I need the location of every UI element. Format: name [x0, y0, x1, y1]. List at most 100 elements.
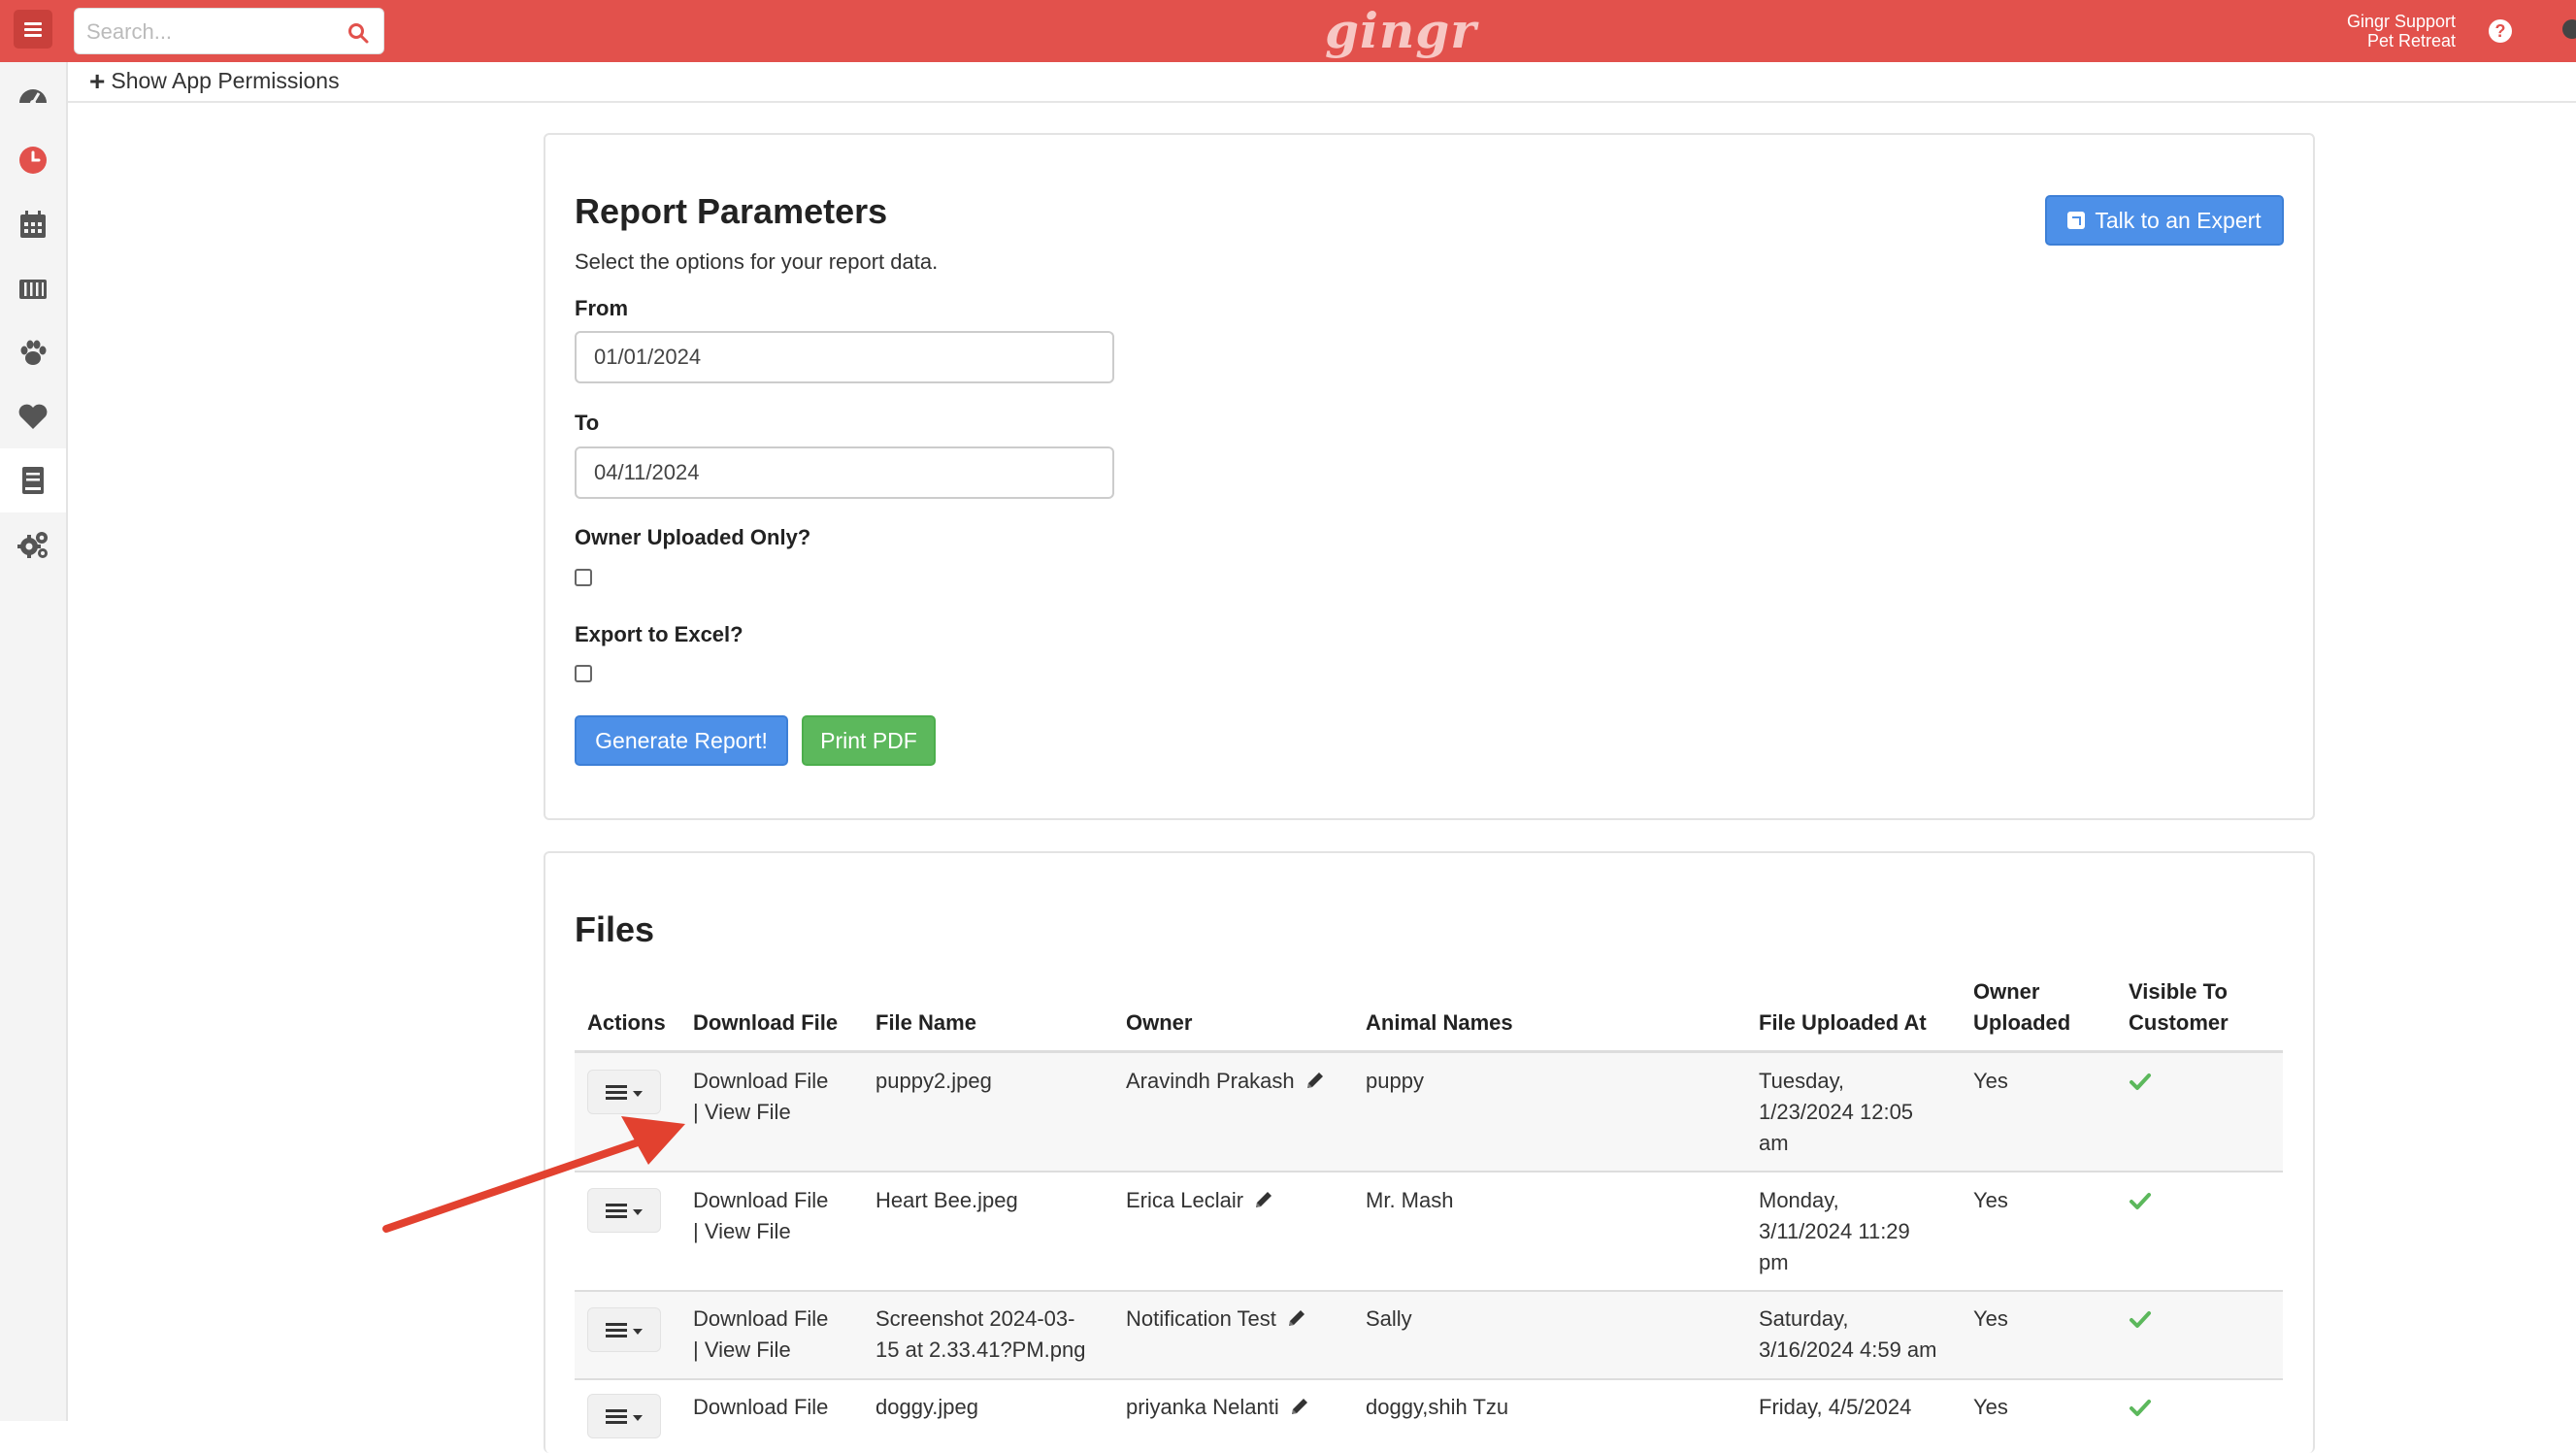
search-input[interactable]: [84, 9, 331, 55]
kennel-icon: [19, 280, 47, 299]
row-actions-button[interactable]: [587, 1307, 661, 1352]
owner-uploaded-cell: Yes: [1973, 1306, 2008, 1331]
file-name-cell: Screenshot 2024-03- 15 at 2.33.41?PM.png: [875, 1304, 1086, 1366]
book-icon: [22, 467, 44, 494]
download-cell: Download File: [693, 1392, 828, 1423]
list-icon: [606, 1082, 627, 1103]
view-file-link[interactable]: | View File: [693, 1216, 828, 1247]
user-name: Gingr Support: [2346, 12, 2456, 31]
view-file-link[interactable]: | View File: [693, 1335, 828, 1366]
uploaded-at-line: pm: [1759, 1250, 1789, 1274]
download-cell: Download File | View File: [693, 1066, 828, 1128]
location-name: Pet Retreat: [2366, 31, 2456, 50]
table-row: [575, 1292, 2283, 1380]
help-icon[interactable]: ?: [2489, 19, 2512, 43]
uploaded-at-line: am: [1759, 1131, 1789, 1155]
dashboard-icon: [19, 89, 47, 106]
file-name: Screenshot 2024-03-: [875, 1306, 1075, 1331]
download-file-link[interactable]: Download File: [693, 1185, 828, 1216]
list-icon: [606, 1406, 627, 1427]
toggle-icon[interactable]: [2562, 19, 2576, 39]
show-app-permissions-label: Show App Permissions: [111, 68, 340, 93]
generate-report-button[interactable]: Generate Report!: [575, 715, 788, 766]
pencil-icon[interactable]: [1253, 1189, 1274, 1210]
sidebar-item-favorites[interactable]: [0, 384, 66, 448]
permissions-bar: + Show App Permissions: [68, 62, 2576, 103]
column-header-visible-line2: Customer: [2129, 1010, 2229, 1035]
column-header-file-name: File Name: [875, 1010, 976, 1035]
file-name: puppy2.jpeg: [875, 1069, 992, 1093]
menu-button[interactable]: [14, 10, 52, 49]
sidebar-item-calendar[interactable]: [0, 192, 66, 256]
paw-icon: [20, 340, 47, 365]
column-header-download: Download File: [693, 1010, 839, 1035]
caret-down-icon: [633, 1209, 643, 1215]
file-name: doggy.jpeg: [875, 1395, 979, 1419]
owner-cell: priyanka Nelanti: [1126, 1392, 1310, 1423]
uploaded-at-line: Saturday,: [1759, 1306, 1849, 1331]
pencil-icon[interactable]: [1289, 1396, 1310, 1417]
owner-name: Notification Test: [1126, 1306, 1276, 1331]
calendar-icon: [20, 211, 46, 238]
from-label: From: [575, 296, 628, 320]
row-actions-button[interactable]: [587, 1188, 661, 1233]
download-file-link[interactable]: Download File: [693, 1304, 828, 1335]
gingr-logo[interactable]: gingr: [1325, 2, 1477, 60]
uploaded-at-line: 3/11/2024 11:29: [1759, 1219, 1910, 1243]
uploaded-at-cell: Friday, 4/5/2024: [1759, 1392, 1911, 1423]
check-icon: [2130, 1193, 2151, 1209]
download-cell: Download File | View File: [693, 1185, 828, 1247]
row-actions-button[interactable]: [587, 1394, 661, 1438]
export-excel-label: Export to Excel?: [575, 622, 743, 646]
sidebar-item-reports[interactable]: [0, 448, 66, 512]
table-row: [575, 1053, 2283, 1172]
column-header-owner-uploaded: Owner Uploaded: [1973, 976, 2070, 1039]
show-app-permissions-link[interactable]: + Show App Permissions: [89, 65, 340, 96]
sidebar-item-animals[interactable]: [0, 320, 66, 384]
download-file-link[interactable]: Download File: [693, 1066, 828, 1097]
sidebar-item-time[interactable]: [0, 128, 66, 192]
check-icon: [2130, 1073, 2151, 1090]
sidebar: [0, 62, 68, 1421]
owner-uploaded-checkbox[interactable]: [575, 569, 592, 586]
export-excel-checkbox[interactable]: [575, 665, 592, 682]
owner-uploaded-cell: Yes: [1973, 1188, 2008, 1212]
talk-to-expert-label: Talk to an Expert: [2095, 207, 2262, 233]
column-header-owner: Owner: [1126, 1010, 1193, 1035]
gears-icon: [17, 532, 48, 558]
search-icon[interactable]: [347, 21, 370, 45]
uploaded-at-cell: Monday, 3/11/2024 11:29 pm: [1759, 1185, 1910, 1278]
files-title: Files: [575, 909, 655, 949]
uploaded-at-line: Tuesday,: [1759, 1069, 1845, 1093]
column-header-visible: Visible To Customer: [2129, 976, 2229, 1039]
uploaded-at-cell: Tuesday, 1/23/2024 12:05 am: [1759, 1066, 1913, 1159]
heart-icon: [18, 404, 48, 429]
sidebar-item-settings[interactable]: [0, 512, 66, 577]
view-file-link[interactable]: | View File: [693, 1097, 828, 1128]
download-file-link[interactable]: Download File: [693, 1392, 828, 1423]
caret-down-icon: [633, 1415, 643, 1421]
check-icon: [2130, 1400, 2151, 1416]
pencil-icon[interactable]: [1286, 1307, 1307, 1329]
hamburger-icon: [24, 19, 42, 40]
from-date-input[interactable]: [575, 331, 1114, 383]
owner-uploaded-label: Owner Uploaded Only?: [575, 525, 811, 549]
to-date-input[interactable]: [575, 446, 1114, 499]
owner-name: Aravindh Prakash: [1126, 1069, 1295, 1093]
row-actions-button[interactable]: [587, 1070, 661, 1114]
top-bar: gingr Gingr Support Pet Retreat ?: [0, 0, 2576, 62]
caret-down-icon: [633, 1329, 643, 1335]
user-menu[interactable]: Gingr Support Pet Retreat: [2347, 12, 2456, 50]
talk-to-expert-button[interactable]: Talk to an Expert: [2045, 195, 2284, 246]
file-name-cell: doggy.jpeg: [875, 1392, 978, 1423]
print-pdf-button[interactable]: Print PDF: [802, 715, 936, 766]
caret-down-icon: [633, 1091, 643, 1097]
to-label: To: [575, 411, 600, 435]
column-header-visible-line1: Visible To: [2129, 979, 2228, 1004]
pencil-icon[interactable]: [1305, 1070, 1326, 1091]
sidebar-item-kennels[interactable]: [0, 256, 66, 320]
uploaded-at-line: 3/16/2024 4:59 am: [1759, 1337, 1937, 1362]
owner-uploaded-cell: Yes: [1973, 1069, 2008, 1093]
plus-icon: +: [89, 65, 106, 96]
sidebar-item-dashboard[interactable]: [0, 64, 66, 128]
